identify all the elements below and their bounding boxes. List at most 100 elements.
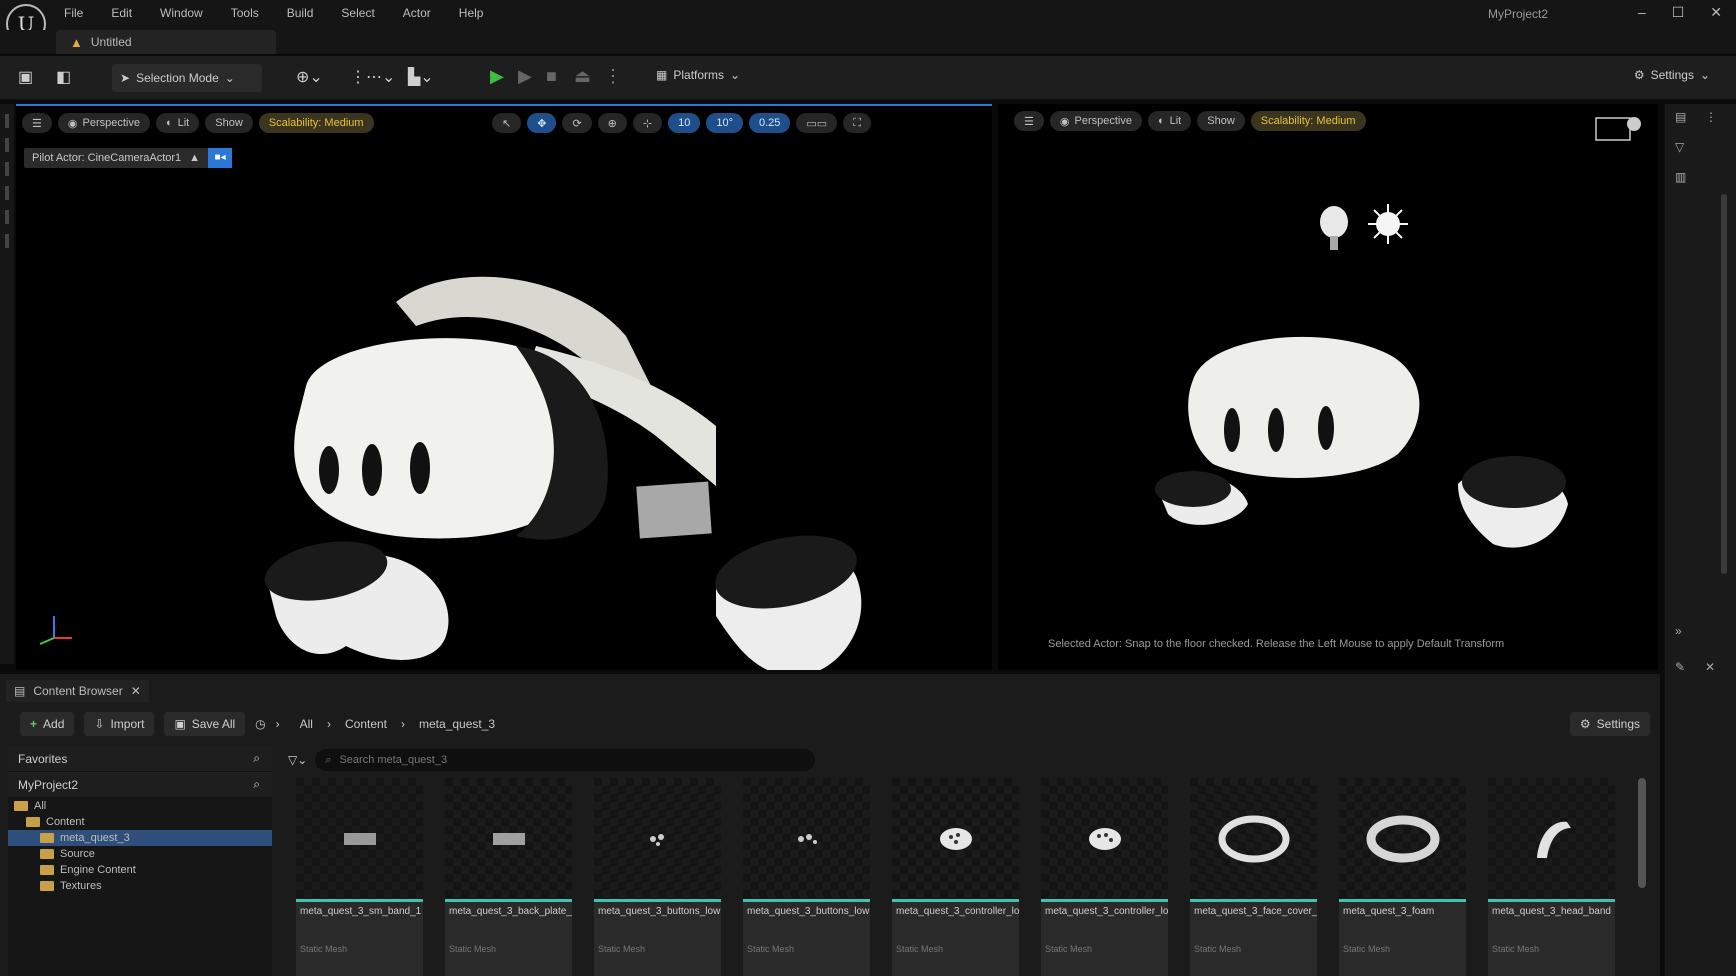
- tree-item-label: Engine Content: [60, 864, 136, 876]
- asset-tile[interactable]: meta_quest_3_face_cover_low Static Mesh: [1190, 778, 1317, 976]
- cursor-icon: ➤: [120, 71, 131, 85]
- menu-tools[interactable]: Tools: [231, 6, 259, 20]
- asset-type: Static Mesh: [1194, 944, 1242, 954]
- asset-tile[interactable]: meta_quest_3_sm_band_1 Static Mesh: [296, 778, 423, 976]
- tree-item-engine-content[interactable]: Engine Content: [8, 862, 272, 878]
- menu-window[interactable]: Window: [160, 6, 203, 20]
- add-button[interactable]: + Add: [20, 712, 75, 736]
- mode-tool-icon[interactable]: [5, 114, 9, 128]
- filter-icon[interactable]: ▽: [1675, 140, 1684, 154]
- mode-tool-icon[interactable]: [5, 234, 9, 248]
- tree-item-content[interactable]: Content: [8, 814, 272, 830]
- asset-tile[interactable]: meta_quest_3_controller_low Static Mesh: [892, 778, 1019, 976]
- eject-icon[interactable]: ⏏: [574, 66, 591, 87]
- close-icon[interactable]: ✕: [1705, 660, 1715, 674]
- headset-sensor-shape: [1268, 408, 1284, 452]
- maximize-icon[interactable]: ☐: [1672, 4, 1685, 21]
- tree-item-meta-quest[interactable]: meta_quest_3: [8, 830, 272, 846]
- viewport-right[interactable]: ☰ ◉ Perspective ◐ Lit Show Scalability: Me…: [998, 104, 1658, 670]
- stop-icon[interactable]: ■: [546, 66, 557, 87]
- platforms-icon: ▦: [656, 68, 668, 82]
- headset-sensor-shape: [1318, 406, 1334, 450]
- asset-tile[interactable]: meta_quest_3_head_band Static Mesh: [1488, 778, 1615, 976]
- more-options-icon[interactable]: ⋮: [604, 66, 622, 87]
- settings-dropdown[interactable]: ⚙ Settings ⌄: [1634, 68, 1710, 82]
- expand-panel-icon[interactable]: »: [1675, 624, 1682, 638]
- project-section-label: MyProject2: [18, 777, 79, 792]
- close-icon[interactable]: ✕: [1710, 4, 1722, 21]
- asset-name: meta_quest_3_back_plate_2: [449, 906, 572, 917]
- breadcrumb-all[interactable]: All: [300, 717, 313, 731]
- cinematics-icon[interactable]: ▙⌄: [408, 67, 434, 87]
- breadcrumb-folder[interactable]: meta_quest_3: [419, 717, 495, 731]
- filter-icon[interactable]: ▽⌄: [288, 753, 307, 767]
- mode-tool-icon[interactable]: [5, 162, 9, 176]
- history-forward-icon[interactable]: ›: [276, 717, 280, 731]
- panel-scrollbar[interactable]: [1721, 194, 1727, 574]
- favorites-label: Favorites: [18, 751, 68, 766]
- save-icon[interactable]: ▣: [18, 67, 33, 87]
- asset-type: Static Mesh: [300, 944, 348, 954]
- step-icon[interactable]: ▶: [518, 66, 532, 87]
- menu-build[interactable]: Build: [287, 6, 314, 20]
- import-button[interactable]: ⇩ Import: [84, 712, 155, 736]
- project-name: MyProject2: [1488, 7, 1549, 21]
- content-browser-tab-label: Content Browser: [33, 684, 123, 698]
- selection-mode-dropdown[interactable]: ➤ Selection Mode ⌄: [112, 64, 262, 92]
- blueprint-icon[interactable]: ⋮⋯⌄: [350, 67, 395, 87]
- minimize-icon[interactable]: –: [1638, 4, 1646, 21]
- asset-tile[interactable]: meta_quest_3_buttons_low Static Mesh: [594, 778, 721, 976]
- viewport-left[interactable]: ☰ ◉ Perspective ◐ Lit Show Scalability: Me…: [16, 104, 992, 670]
- outliner-icon[interactable]: ▤: [1675, 110, 1686, 124]
- asset-tile[interactable]: meta_quest_3_buttons_low Static Mesh: [743, 778, 870, 976]
- chevron-down-icon: ⌄: [730, 68, 741, 82]
- tree-item-source[interactable]: Source: [8, 846, 272, 862]
- tree-item-all[interactable]: All: [8, 798, 272, 814]
- search-icon[interactable]: ⌕: [253, 751, 260, 766]
- settings-label: Settings: [1650, 68, 1694, 82]
- asset-type: Static Mesh: [449, 944, 497, 954]
- chevron-right-icon: ›: [326, 717, 331, 731]
- tab-content-browser[interactable]: ▤ Content Browser ✕: [6, 680, 149, 702]
- project-section[interactable]: MyProject2 ⌕: [8, 772, 272, 798]
- close-icon[interactable]: ✕: [131, 684, 141, 698]
- asset-name: meta_quest_3_buttons_low: [598, 906, 721, 917]
- content-settings-button[interactable]: ⚙ Settings: [1569, 712, 1650, 736]
- mesh-preview-icon: [1088, 827, 1121, 850]
- mode-tool-icon[interactable]: [5, 210, 9, 224]
- favorites-section[interactable]: Favorites ⌕: [8, 746, 272, 772]
- search-icon[interactable]: ⌕: [253, 777, 260, 792]
- folder-icon: [26, 817, 40, 827]
- main-menu: File Edit Window Tools Build Select Acto…: [64, 6, 483, 20]
- tree-item-textures[interactable]: Textures: [8, 878, 272, 894]
- save-all-button[interactable]: ▣ Save All: [164, 712, 246, 736]
- menu-help[interactable]: Help: [459, 6, 484, 20]
- menu-edit[interactable]: Edit: [111, 6, 132, 20]
- panel-menu-icon[interactable]: ⋮: [1705, 110, 1717, 124]
- asset-tile[interactable]: meta_quest_3_back_plate_2 Static Mesh: [445, 778, 572, 976]
- tree-item-label: meta_quest_3: [60, 832, 130, 844]
- menu-file[interactable]: File: [64, 6, 83, 20]
- breadcrumb-content[interactable]: Content: [345, 717, 387, 731]
- asset-tile[interactable]: meta_quest_3_foam Static Mesh: [1339, 778, 1466, 976]
- columns-icon[interactable]: ▥: [1675, 170, 1686, 184]
- asset-name: meta_quest_3_foam: [1343, 906, 1435, 917]
- pencil-icon[interactable]: ✎: [1675, 660, 1685, 674]
- play-icon[interactable]: ▶: [490, 66, 504, 87]
- content-icon[interactable]: ◧: [56, 67, 71, 87]
- tab-level-map[interactable]: ▲ Untitled: [56, 30, 276, 54]
- tree-item-label: Source: [60, 848, 95, 860]
- menu-actor[interactable]: Actor: [403, 6, 431, 20]
- asset-tile[interactable]: meta_quest_3_controller_low Static Mesh: [1041, 778, 1168, 976]
- history-back-icon[interactable]: ◷: [255, 717, 265, 731]
- asset-search-input[interactable]: ⌕ Search meta_quest_3: [315, 749, 816, 771]
- mesh-preview-icon: [492, 832, 525, 845]
- gear-icon: ⚙: [1633, 68, 1645, 82]
- asset-grid-scrollbar[interactable]: [1638, 778, 1646, 888]
- mode-tool-icon[interactable]: [5, 186, 9, 200]
- mode-tool-icon[interactable]: [5, 138, 9, 152]
- add-actor-icon[interactable]: ⊕⌄: [296, 67, 323, 87]
- platforms-dropdown[interactable]: ▦ Platforms ⌄: [656, 68, 740, 82]
- menu-select[interactable]: Select: [341, 6, 374, 20]
- asset-name: meta_quest_3_controller_low: [896, 906, 1019, 917]
